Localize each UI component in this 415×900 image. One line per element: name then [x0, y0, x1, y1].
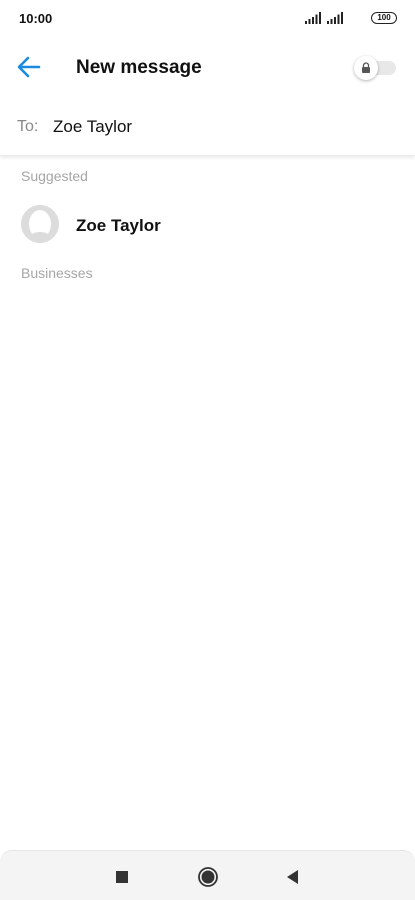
suggested-heading: Suggested [21, 168, 88, 184]
lock-icon [362, 62, 370, 73]
to-label: To: [17, 118, 39, 135]
toggle-knob [354, 56, 378, 80]
contact-name: Zoe Taylor [76, 216, 161, 235]
recipient-input[interactable]: Zoe Taylor [53, 117, 132, 137]
circle-icon[interactable] [197, 866, 219, 888]
triangle-back-icon[interactable] [283, 867, 303, 887]
battery-indicator: 100 [371, 12, 397, 24]
status-bar: 10:00 100 [0, 0, 415, 38]
arrow-left-icon[interactable] [14, 52, 44, 82]
signal-icon [327, 12, 343, 24]
recipient-field[interactable]: To: Zoe Taylor [0, 98, 415, 156]
status-time: 10:00 [19, 11, 53, 26]
encryption-toggle[interactable] [354, 56, 396, 80]
person-placeholder-icon [21, 205, 59, 243]
square-icon[interactable] [112, 867, 132, 887]
navigation-bar [0, 850, 415, 900]
header: New message [0, 38, 415, 98]
signal-icon [305, 12, 321, 24]
page-title: New message [76, 57, 202, 78]
contact-row[interactable]: Zoe Taylor [0, 197, 415, 253]
businesses-heading: Businesses [21, 265, 93, 281]
